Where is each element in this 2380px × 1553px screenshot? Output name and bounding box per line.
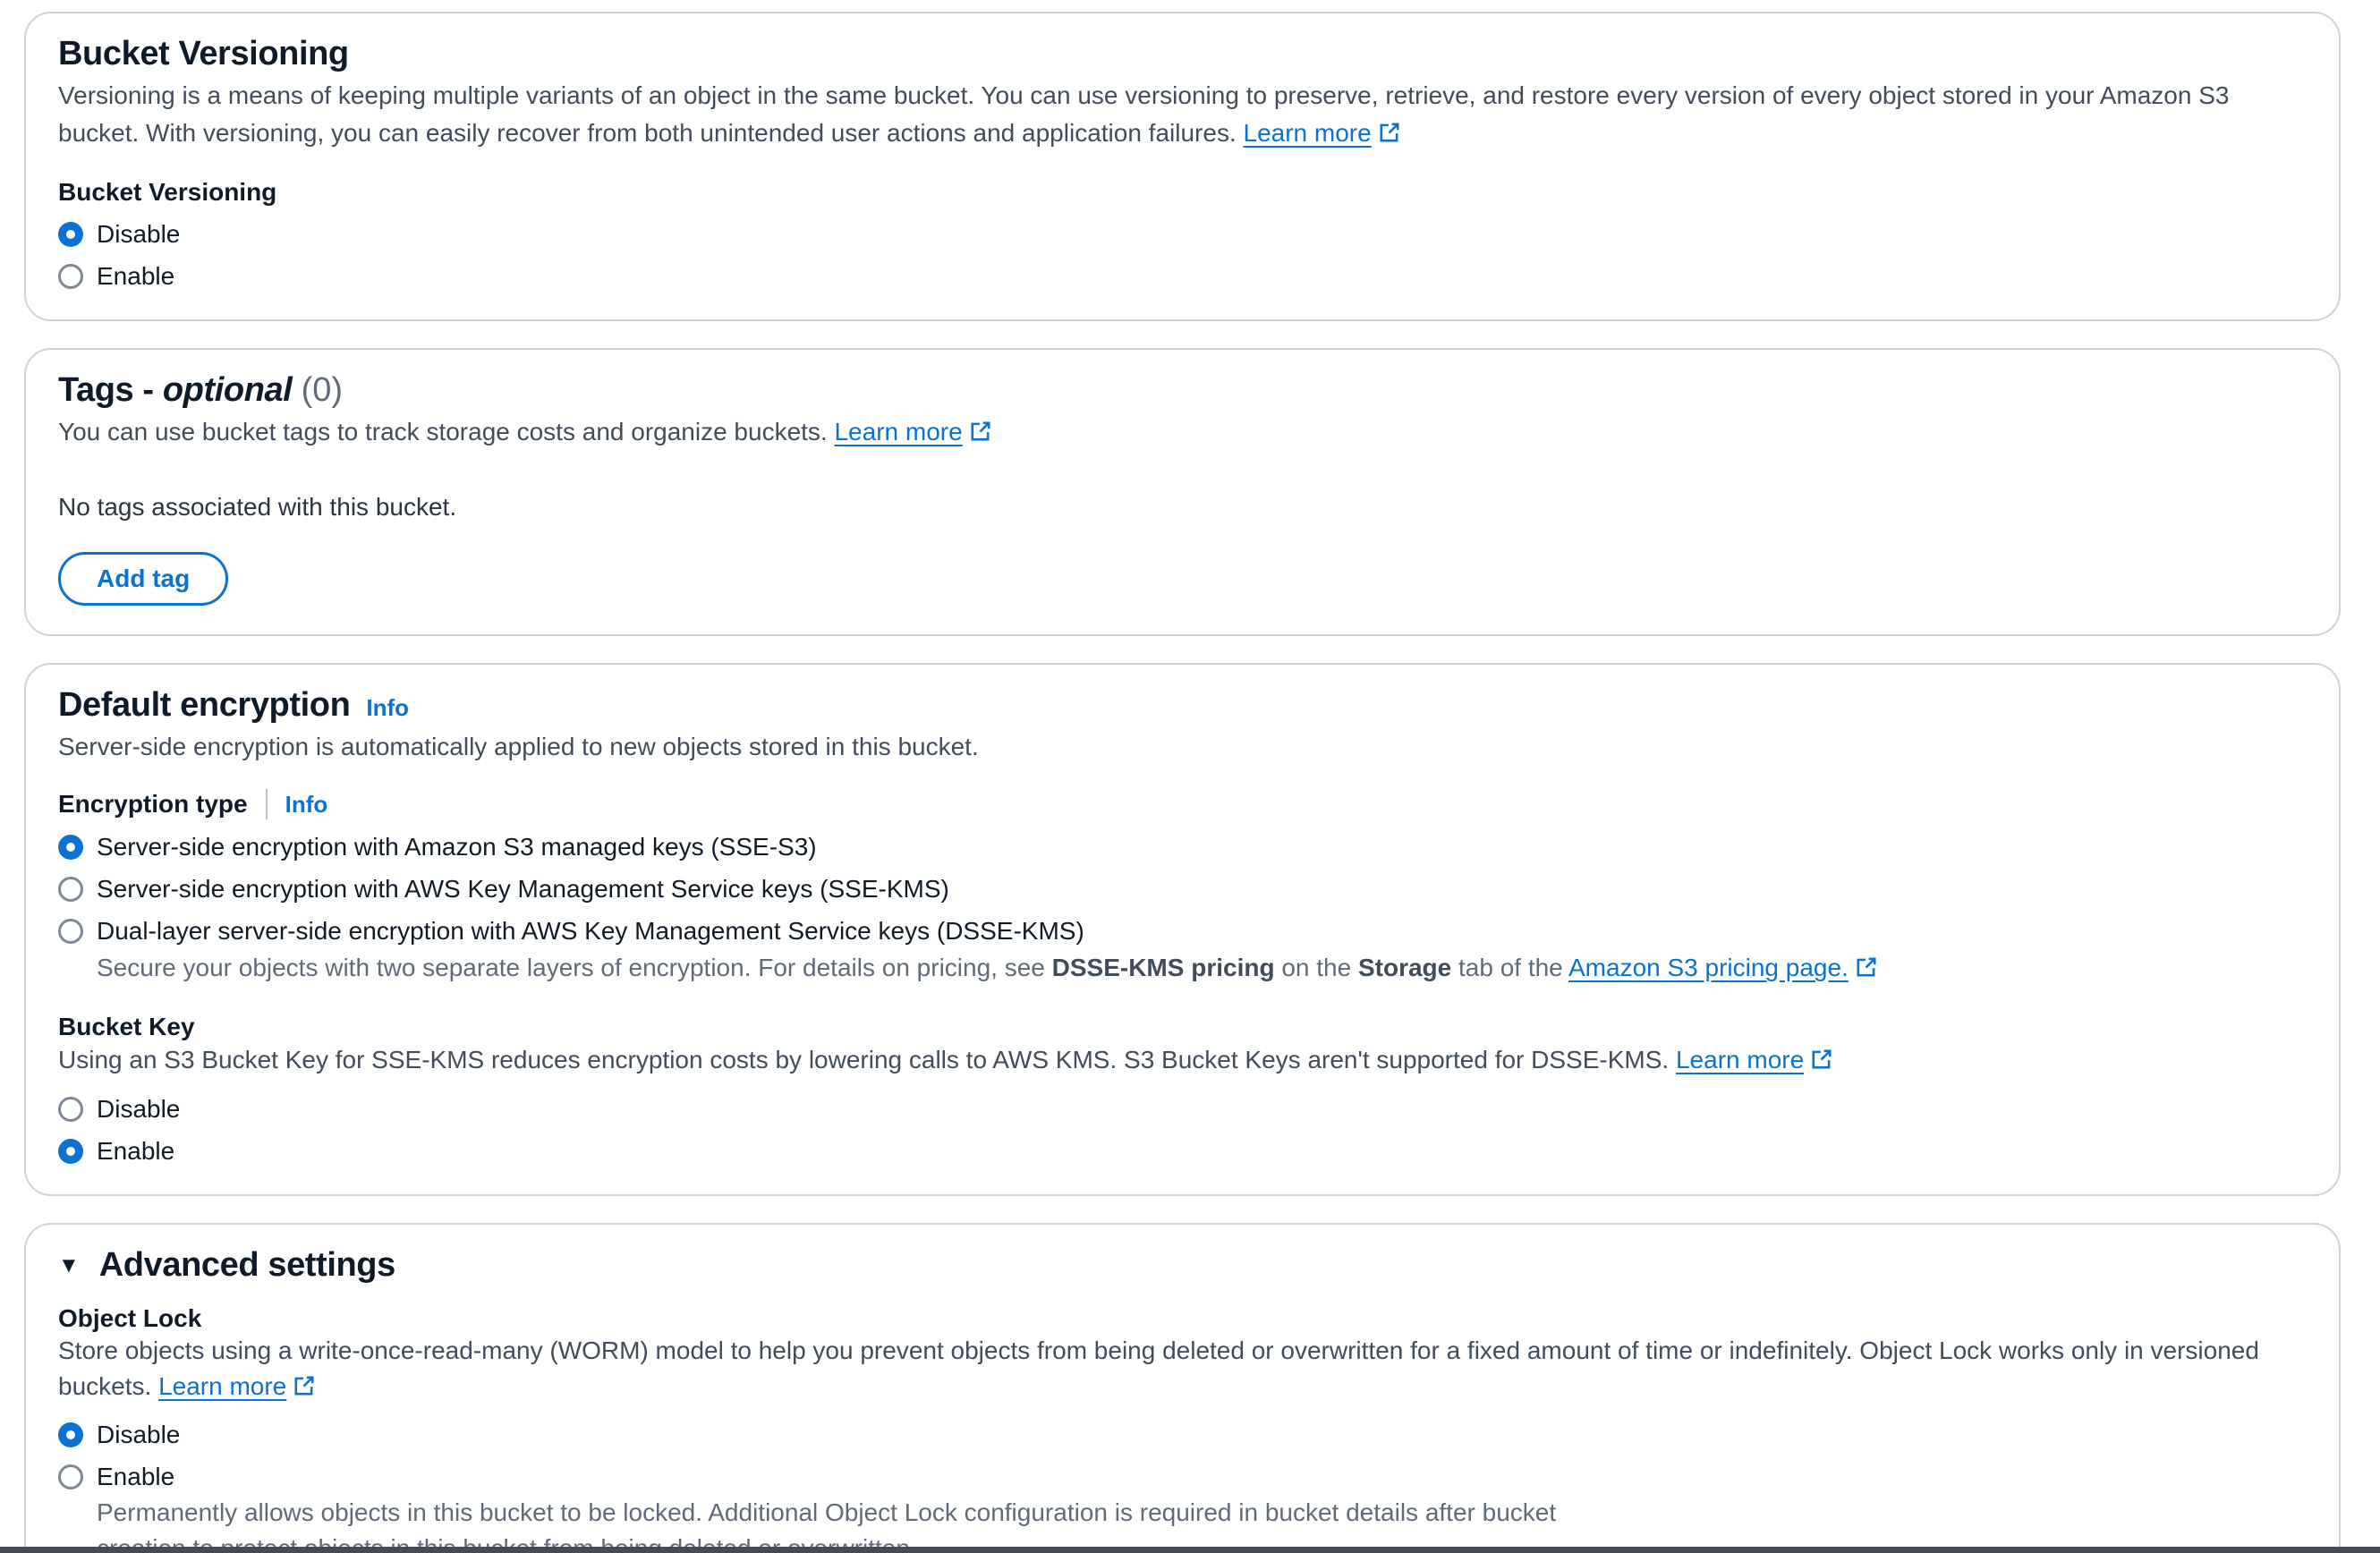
- encryption-sse-s3-option[interactable]: Server-side encryption with Amazon S3 ma…: [58, 833, 817, 861]
- bucket-key-label: Bucket Key: [58, 1013, 2305, 1041]
- encryption-sse-s3-radio[interactable]: [58, 835, 83, 860]
- external-link-icon: [1855, 952, 1878, 989]
- page-bottom-divider: [0, 1547, 2380, 1553]
- s3-pricing-page-link[interactable]: Amazon S3 pricing page.: [1568, 954, 1878, 981]
- encryption-sse-kms-radio[interactable]: [58, 877, 83, 902]
- bucket-key-enable-option[interactable]: Enable: [58, 1137, 174, 1166]
- advanced-settings-title: Advanced settings: [99, 1246, 395, 1285]
- dsse-kms-note: Secure your objects with two separate la…: [97, 949, 2305, 989]
- tags-description: You can use bucket tags to track storage…: [58, 413, 2305, 454]
- object-lock-learn-more-link[interactable]: Learn more: [158, 1372, 316, 1400]
- bucket-versioning-description: Versioning is a means of keeping multipl…: [58, 77, 2305, 155]
- bucket-key-enable-radio[interactable]: [58, 1139, 83, 1164]
- versioning-enable-radio[interactable]: [58, 264, 83, 289]
- default-encryption-card: Default encryption Info Server-side encr…: [24, 663, 2341, 1196]
- tags-title-optional: optional: [163, 371, 293, 409]
- object-lock-disable-label: Disable: [97, 1421, 180, 1449]
- tags-card: Tags - optional (0) You can use bucket t…: [24, 348, 2341, 636]
- encryption-sse-s3-label: Server-side encryption with Amazon S3 ma…: [97, 833, 817, 861]
- object-lock-label: Object Lock: [58, 1304, 2305, 1333]
- encryption-sse-kms-option[interactable]: Server-side encryption with AWS Key Mana…: [58, 875, 949, 904]
- versioning-enable-label: Enable: [97, 262, 174, 291]
- versioning-disable-radio[interactable]: [58, 222, 83, 247]
- object-lock-enable-note: Permanently allows objects in this bucke…: [97, 1495, 1618, 1553]
- add-tag-button[interactable]: Add tag: [58, 552, 228, 606]
- versioning-disable-option[interactable]: Disable: [58, 220, 180, 249]
- encryption-sse-kms-label: Server-side encryption with AWS Key Mana…: [97, 875, 949, 904]
- default-encryption-title: Default encryption: [58, 686, 350, 725]
- encryption-dsse-kms-radio[interactable]: [58, 919, 83, 944]
- bucket-versioning-learn-more-link[interactable]: Learn more: [1244, 119, 1401, 147]
- bucket-key-enable-label: Enable: [97, 1137, 174, 1166]
- bucket-versioning-card: Bucket Versioning Versioning is a means …: [24, 12, 2341, 321]
- bucket-key-disable-option[interactable]: Disable: [58, 1095, 180, 1124]
- label-divider: [266, 789, 268, 819]
- storage-tab-bold: Storage: [1358, 954, 1451, 981]
- encryption-dsse-kms-label: Dual-layer server-side encryption with A…: [97, 917, 1084, 946]
- advanced-settings-header[interactable]: ▼ Advanced settings: [58, 1246, 2305, 1285]
- no-tags-message: No tags associated with this bucket.: [58, 493, 2305, 522]
- bucket-key-description: Using an S3 Bucket Key for SSE-KMS reduc…: [58, 1041, 2305, 1082]
- bucket-versioning-title: Bucket Versioning: [58, 35, 349, 73]
- external-link-icon: [293, 1371, 316, 1407]
- bucket-key-learn-more-link[interactable]: Learn more: [1676, 1046, 1833, 1074]
- object-lock-description: Store objects using a write-once-read-ma…: [58, 1333, 2305, 1407]
- encryption-type-label: Encryption type: [58, 790, 248, 819]
- bucket-key-disable-radio[interactable]: [58, 1097, 83, 1122]
- default-encryption-info-link[interactable]: Info: [366, 694, 409, 722]
- versioning-enable-option[interactable]: Enable: [58, 262, 174, 291]
- object-lock-enable-option[interactable]: Enable: [58, 1463, 174, 1491]
- advanced-settings-card: ▼ Advanced settings Object Lock Store ob…: [24, 1223, 2341, 1553]
- caret-down-icon: ▼: [58, 1253, 80, 1278]
- encryption-dsse-kms-option[interactable]: Dual-layer server-side encryption with A…: [58, 917, 1084, 946]
- create-bucket-settings-page: Bucket Versioning Versioning is a means …: [0, 0, 2380, 1553]
- dsse-pricing-bold: DSSE-KMS pricing: [1052, 954, 1275, 981]
- bucket-versioning-field-label: Bucket Versioning: [58, 178, 2305, 207]
- object-lock-disable-option[interactable]: Disable: [58, 1421, 180, 1449]
- versioning-disable-label: Disable: [97, 220, 180, 249]
- external-link-icon: [969, 416, 992, 454]
- object-lock-enable-radio[interactable]: [58, 1464, 83, 1489]
- tags-learn-more-link[interactable]: Learn more: [834, 418, 991, 446]
- bucket-key-disable-label: Disable: [97, 1095, 180, 1124]
- object-lock-enable-label: Enable: [97, 1463, 174, 1491]
- tags-title: Tags - optional (0): [58, 371, 343, 410]
- external-link-icon: [1810, 1044, 1833, 1082]
- external-link-icon: [1378, 117, 1401, 155]
- encryption-type-info-link[interactable]: Info: [285, 791, 328, 819]
- tags-count: (0): [302, 371, 343, 409]
- object-lock-disable-radio[interactable]: [58, 1422, 83, 1447]
- default-encryption-description: Server-side encryption is automatically …: [58, 728, 2305, 766]
